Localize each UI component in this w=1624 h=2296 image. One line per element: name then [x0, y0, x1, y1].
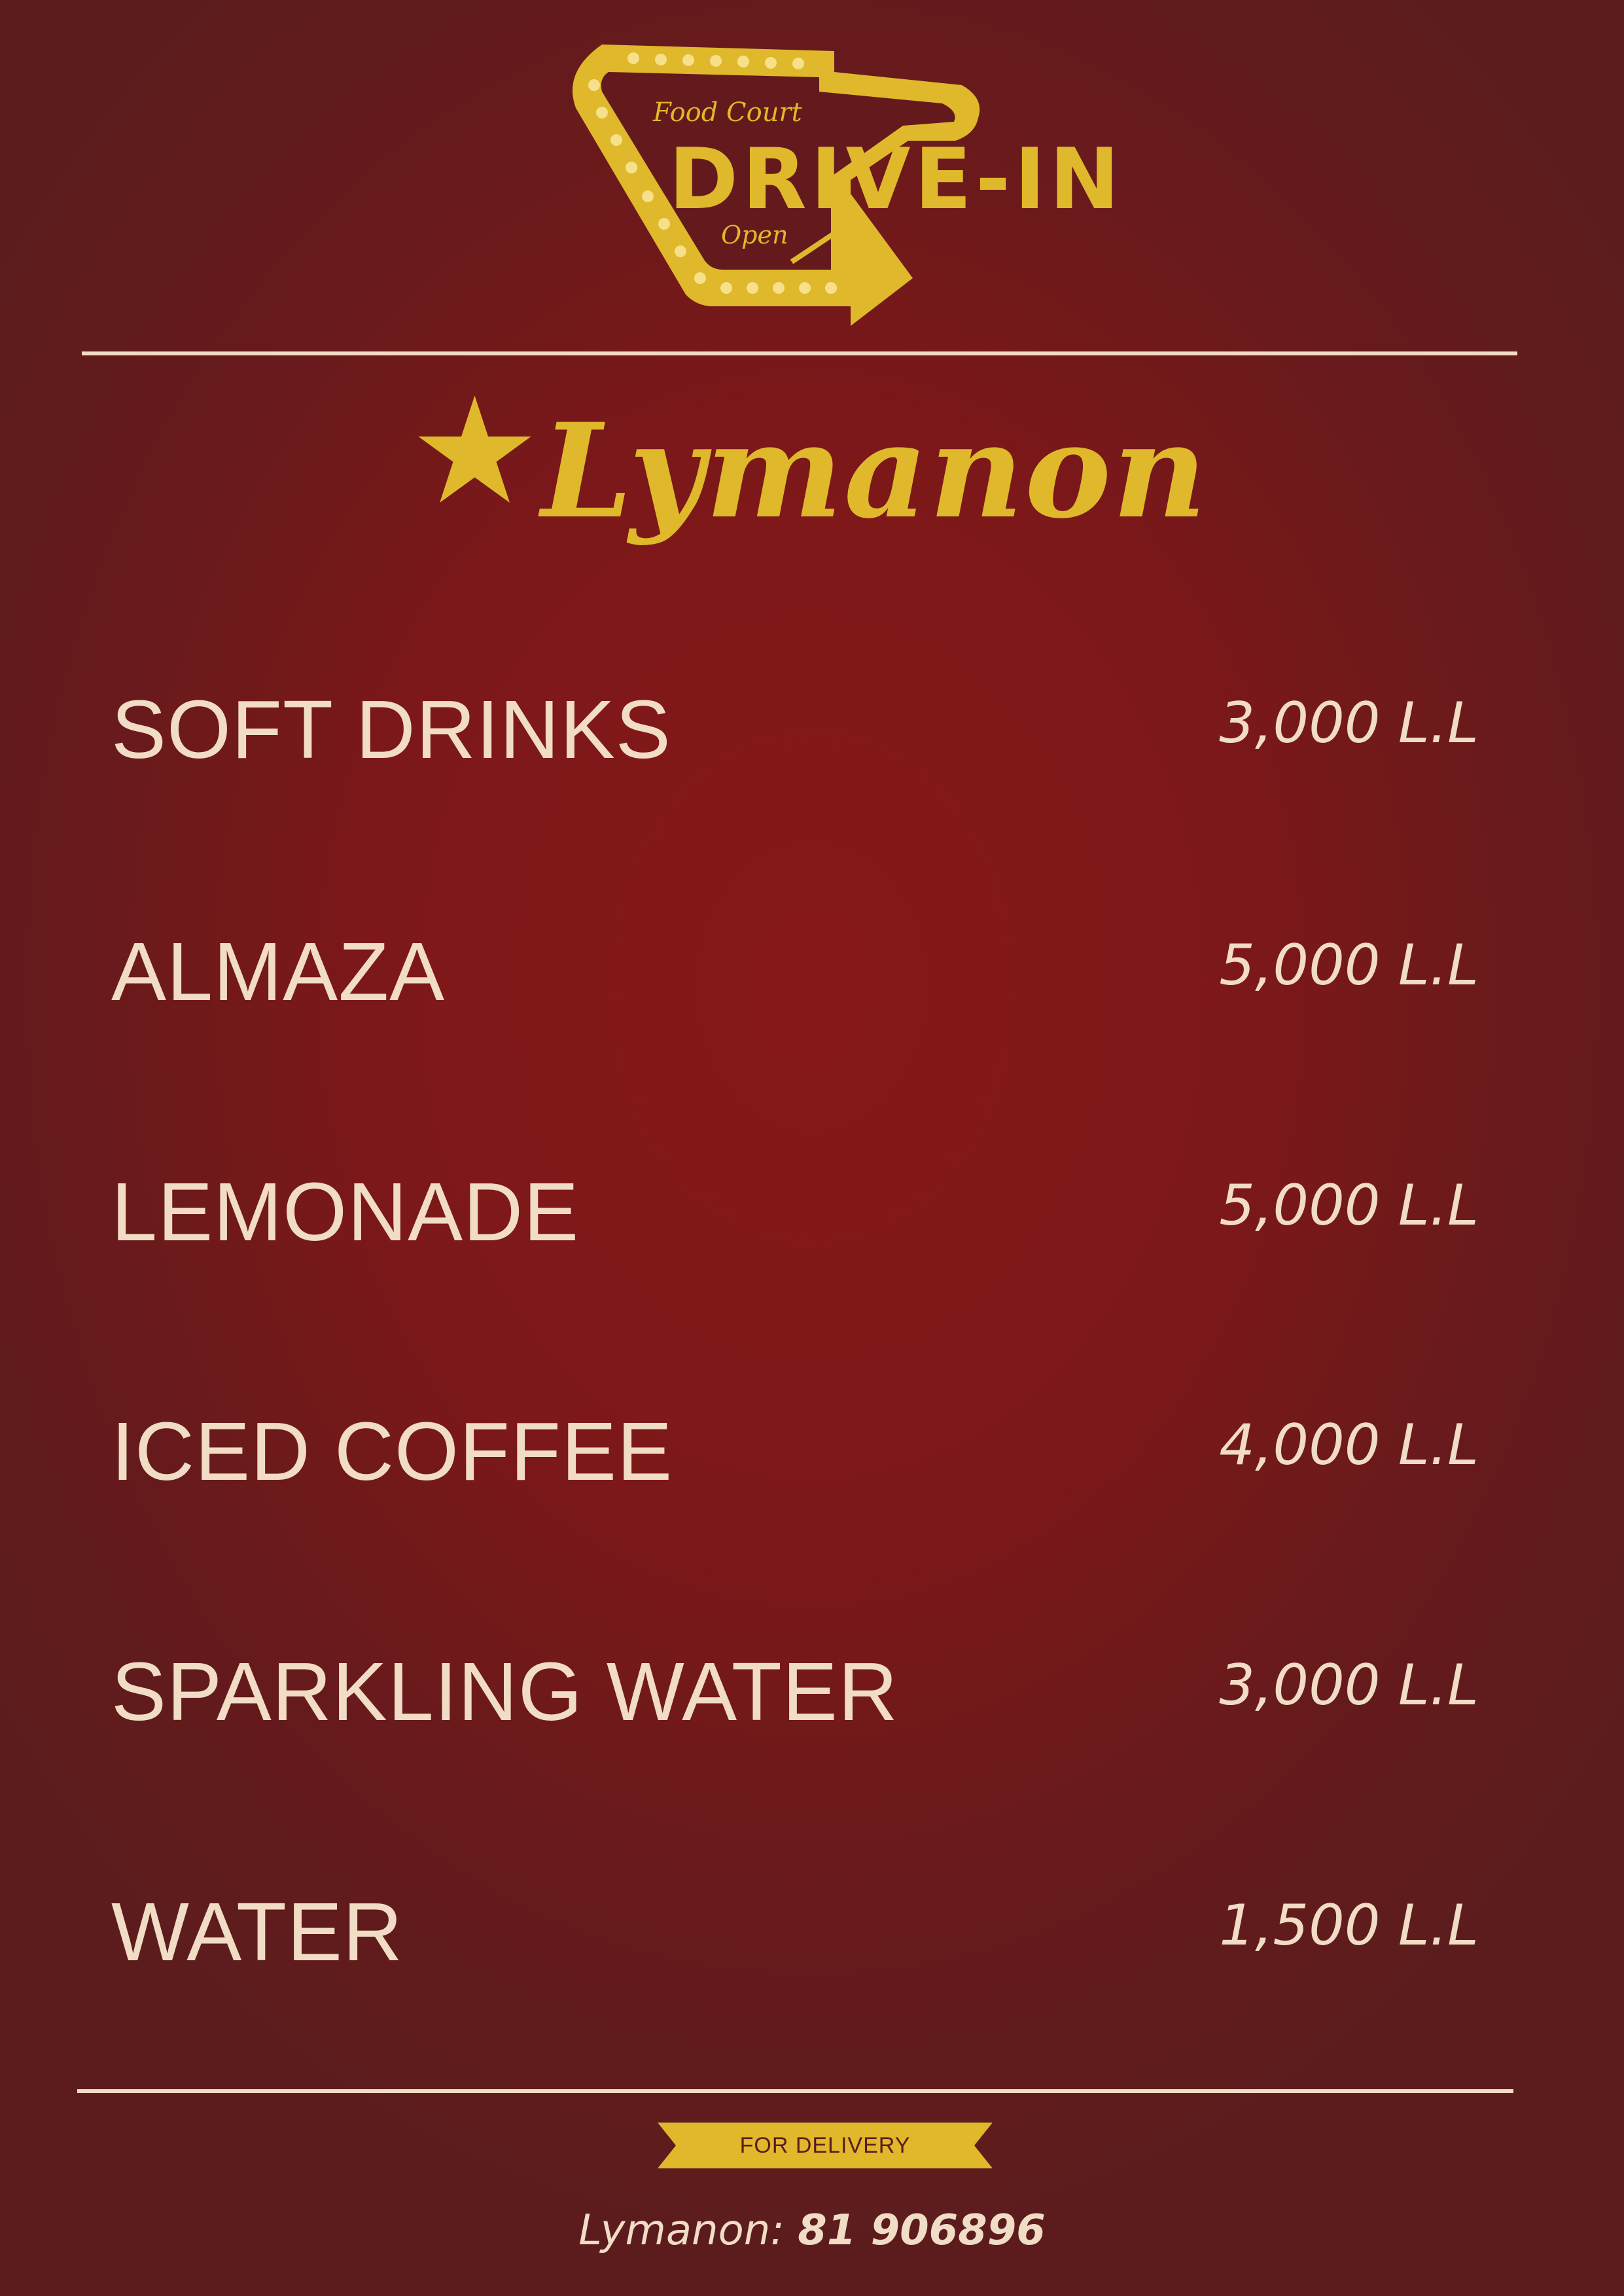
menu-item-name: LEMONADE: [111, 1166, 580, 1258]
menu-item-name: SPARKLING WATER: [111, 1645, 898, 1738]
menu-item: SPARKLING WATER 3,000 L.L: [111, 1626, 1479, 1757]
menu-item: LEMONADE 5,000 L.L: [111, 1147, 1479, 1278]
menu-item: ALMAZA 5,000 L.L: [111, 906, 1479, 1037]
brand-name: Lymanon: [541, 395, 1209, 547]
drive-in-logo: Food Court DRIVE-IN Open: [573, 45, 1123, 326]
menu-item-name: WATER: [111, 1886, 403, 1978]
menu-item: ICED COFFEE 4,000 L.L: [111, 1386, 1479, 1517]
menu-item-price: 1,500 L.L: [1219, 1893, 1479, 1958]
menu-item-name: ALMAZA: [111, 925, 446, 1018]
logo-top-text: Food Court: [652, 98, 803, 128]
delivery-label: FOR DELIVERY: [739, 2133, 911, 2158]
menu-item: SOFT DRINKS 3,000 L.L: [111, 664, 1479, 795]
menu-item-price: 5,000 L.L: [1219, 933, 1479, 998]
menu-item-price: 5,000 L.L: [1219, 1173, 1479, 1238]
menu-item-name: SOFT DRINKS: [111, 683, 671, 776]
bottom-divider: [77, 2089, 1513, 2093]
delivery-contact: Lymanon: 81 906896: [0, 2198, 1624, 2263]
top-divider: [82, 351, 1517, 355]
brand-title: ★Lymanon: [0, 374, 1624, 556]
contact-phone: 81 906896: [798, 2206, 1046, 2255]
menu-item: WATER 1,500 L.L: [111, 1867, 1479, 1998]
contact-name: Lymanon:: [578, 2206, 785, 2255]
menu-item-price: 3,000 L.L: [1219, 691, 1479, 756]
menu-item-price: 4,000 L.L: [1219, 1412, 1479, 1478]
menu-item-name: ICED COFFEE: [111, 1405, 673, 1498]
menu-item-price: 3,000 L.L: [1219, 1653, 1479, 1718]
logo-bottom-text: Open: [721, 221, 788, 249]
logo-main-text: DRIVE-IN: [669, 131, 1123, 228]
star-icon: ★: [415, 374, 535, 528]
